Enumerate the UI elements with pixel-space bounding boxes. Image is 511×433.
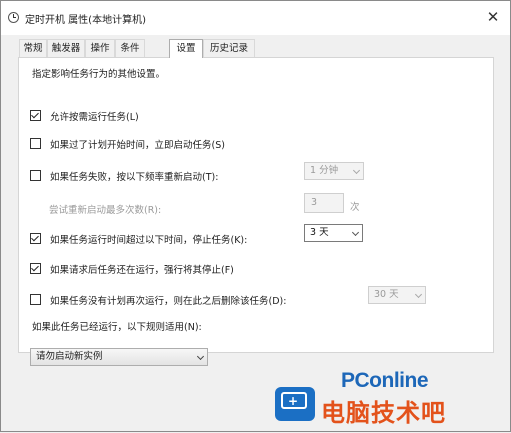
tab-conditions[interactable]: 条件 <box>115 39 145 57</box>
rule-label-row: 如果此任务已经运行，以下规则适用(N): <box>32 319 202 333</box>
tab-settings[interactable]: 设置 <box>169 39 203 58</box>
chevron-down-icon <box>414 290 423 299</box>
restart-interval-select[interactable]: 1 分钟 <box>304 162 364 180</box>
restart-attempts-option: 尝试重新启动最多次数(R): <box>49 202 162 216</box>
clock-icon <box>8 12 19 23</box>
task-properties-window: 定时开机 属性(本地计算机) ✕ 常规 触发器 操作 条件 设置 历史记录 指定… <box>0 0 511 432</box>
title-bar[interactable]: 定时开机 属性(本地计算机) ✕ <box>1 1 510 35</box>
force-stop-label: 如果请求后任务还在运行，强行将其停止(F) <box>50 264 234 276</box>
tab-triggers[interactable]: 触发器 <box>47 39 85 57</box>
settings-panel: 指定影响任务行为的其他设置。 允许按需运行任务(L) 如果过了计划开始时间，立即… <box>18 57 494 366</box>
rule-select-value: 请勿启动新实例 <box>36 351 103 362</box>
run-missed-start-checkbox[interactable] <box>30 138 41 149</box>
delete-task-checkbox[interactable] <box>30 294 41 305</box>
watermark-name: 电脑技术吧 <box>321 399 446 427</box>
delete-after-select[interactable]: 30 天 <box>368 286 426 304</box>
allow-on-demand-label: 允许按需运行任务(L) <box>50 111 139 123</box>
run-missed-start-label: 如果过了计划开始时间，立即启动任务(S) <box>50 139 225 151</box>
delete-task-option[interactable]: 如果任务没有计划再次运行，则在此之后删除该任务(D): <box>30 293 287 307</box>
computer-plus-icon: + <box>275 387 315 421</box>
stop-if-longer-option[interactable]: 如果任务运行时间超过以下时间，停止任务(K): <box>30 232 248 246</box>
run-missed-start-option[interactable]: 如果过了计划开始时间，立即启动任务(S) <box>30 137 225 151</box>
restart-on-failure-checkbox[interactable] <box>30 170 41 181</box>
stop-duration-select[interactable]: 3 天 <box>304 224 363 242</box>
allow-on-demand-checkbox[interactable] <box>30 110 41 121</box>
settings-description: 指定影响任务行为的其他设置。 <box>32 69 166 80</box>
delete-after-value: 30 天 <box>374 289 399 300</box>
restart-attempts-input[interactable]: 3 <box>304 193 344 213</box>
tab-actions[interactable]: 操作 <box>85 39 115 57</box>
restart-on-failure-label: 如果任务失败，按以下频率重新启动(T): <box>50 171 219 183</box>
restart-attempts-label: 尝试重新启动最多次数(R): <box>49 204 162 216</box>
watermark-brand: PConline <box>341 369 429 392</box>
delete-task-label: 如果任务没有计划再次运行，则在此之后删除该任务(D): <box>50 295 287 307</box>
watermark-logo: + PConline 电脑技术吧 <box>269 369 511 433</box>
tab-general[interactable]: 常规 <box>19 39 47 57</box>
stop-duration-value: 3 天 <box>310 227 329 238</box>
chevron-down-icon <box>196 352 205 361</box>
rule-select[interactable]: 请勿启动新实例 <box>30 348 208 366</box>
allow-on-demand-option[interactable]: 允许按需运行任务(L) <box>30 109 139 123</box>
restart-on-failure-option[interactable]: 如果任务失败，按以下频率重新启动(T): <box>30 169 219 183</box>
restart-attempts-unit: 次 <box>350 202 360 213</box>
stop-if-longer-checkbox[interactable] <box>30 233 41 244</box>
force-stop-option[interactable]: 如果请求后任务还在运行，强行将其停止(F) <box>30 262 234 276</box>
rule-label: 如果此任务已经运行，以下规则适用(N): <box>32 321 202 333</box>
stop-if-longer-label: 如果任务运行时间超过以下时间，停止任务(K): <box>50 234 248 246</box>
force-stop-checkbox[interactable] <box>30 263 41 274</box>
chevron-down-icon <box>351 228 360 237</box>
close-button[interactable]: ✕ <box>482 7 504 27</box>
tab-history[interactable]: 历史记录 <box>203 39 255 57</box>
window-title: 定时开机 属性(本地计算机) <box>25 15 146 26</box>
chevron-down-icon <box>352 166 361 175</box>
restart-interval-value: 1 分钟 <box>310 165 339 176</box>
